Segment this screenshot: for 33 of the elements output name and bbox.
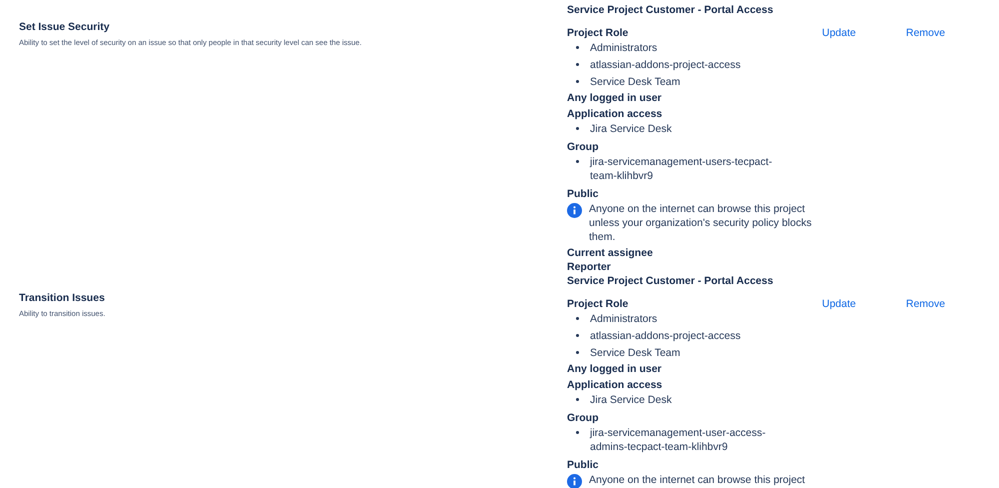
permission-name: Set Issue Security xyxy=(19,21,110,33)
grantee-label: Service Project Customer - Portal Access xyxy=(567,274,774,288)
action-link[interactable]: Remove xyxy=(906,27,990,39)
info-icon xyxy=(567,203,582,218)
grantee-type: Application access xyxy=(567,378,664,392)
grantee-label: Any logged in user xyxy=(567,362,663,376)
grantee-label: Reporter xyxy=(567,260,612,274)
grantee-type: Public xyxy=(567,187,600,201)
grantee-label: Current assignee xyxy=(567,246,654,260)
grantee-item: atlassian-addons-project-access xyxy=(567,57,785,74)
info-message: Anyone on the internet can browse this project unless your organization's security policy blocks them. xyxy=(589,202,813,244)
grantee-item: jira-servicemanagement-user-access-admins-tecpact-team-klihbvr9 xyxy=(567,425,785,456)
grantee-type: Project Role xyxy=(567,297,630,311)
grantee-item: Jira Service Desk xyxy=(567,121,785,138)
grantee-item: atlassian-addons-project-access xyxy=(567,328,785,345)
grantee-item: Administrators xyxy=(567,40,785,57)
grantee-label: Service Project Customer - Portal Access xyxy=(567,3,774,17)
grantee-type: Application access xyxy=(567,107,664,121)
grantee-item: Administrators xyxy=(567,311,785,328)
grantee-type: Group xyxy=(567,140,600,154)
grantee-type: Public xyxy=(567,458,600,472)
grantee-type: Group xyxy=(567,411,600,425)
permission-name: Transition Issues xyxy=(19,292,106,304)
grantee-item: Service Desk Team xyxy=(567,345,785,362)
info-message: Anyone on the internet can browse this project xyxy=(589,473,805,488)
action-link[interactable]: Remove xyxy=(906,298,990,310)
grantee-label: Any logged in user xyxy=(567,91,663,105)
grantee-item: jira-servicemanagement-users-tecpact-team-klihbvr9 xyxy=(567,154,785,185)
action-link[interactable]: Update xyxy=(822,27,906,39)
grantee-type: Project Role xyxy=(567,26,630,40)
action-link[interactable]: Update xyxy=(822,298,906,310)
grantee-item: Service Desk Team xyxy=(567,74,785,91)
grantee-item: Jira Service Desk xyxy=(567,392,785,409)
